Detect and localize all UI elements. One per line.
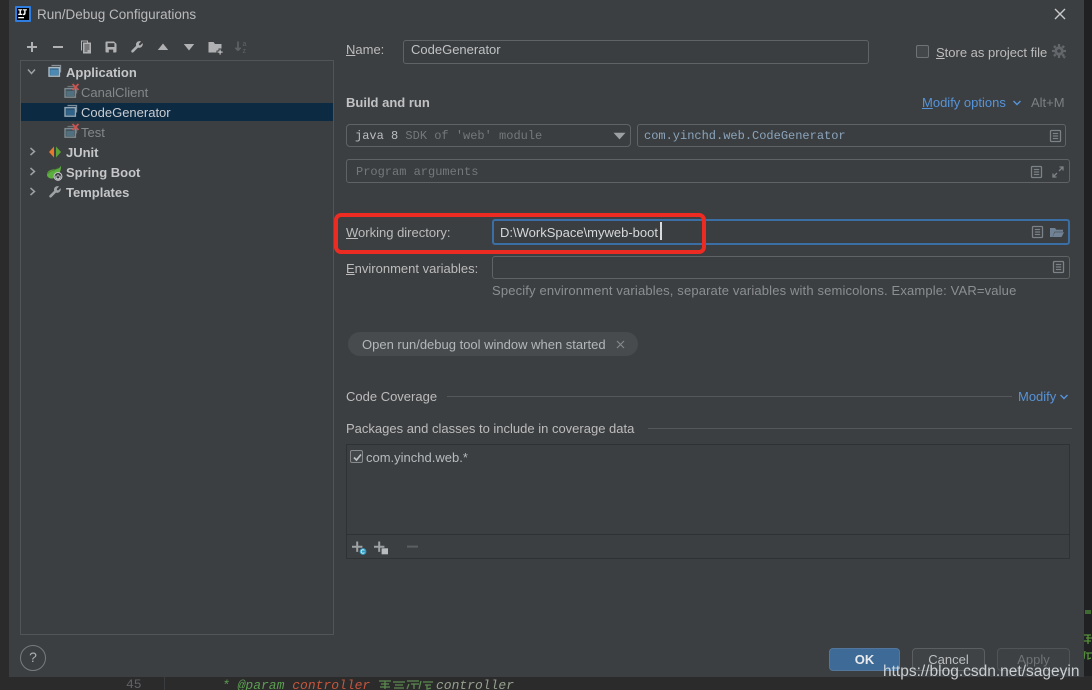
- svg-text:z: z: [243, 48, 247, 55]
- svg-text:a: a: [243, 41, 247, 48]
